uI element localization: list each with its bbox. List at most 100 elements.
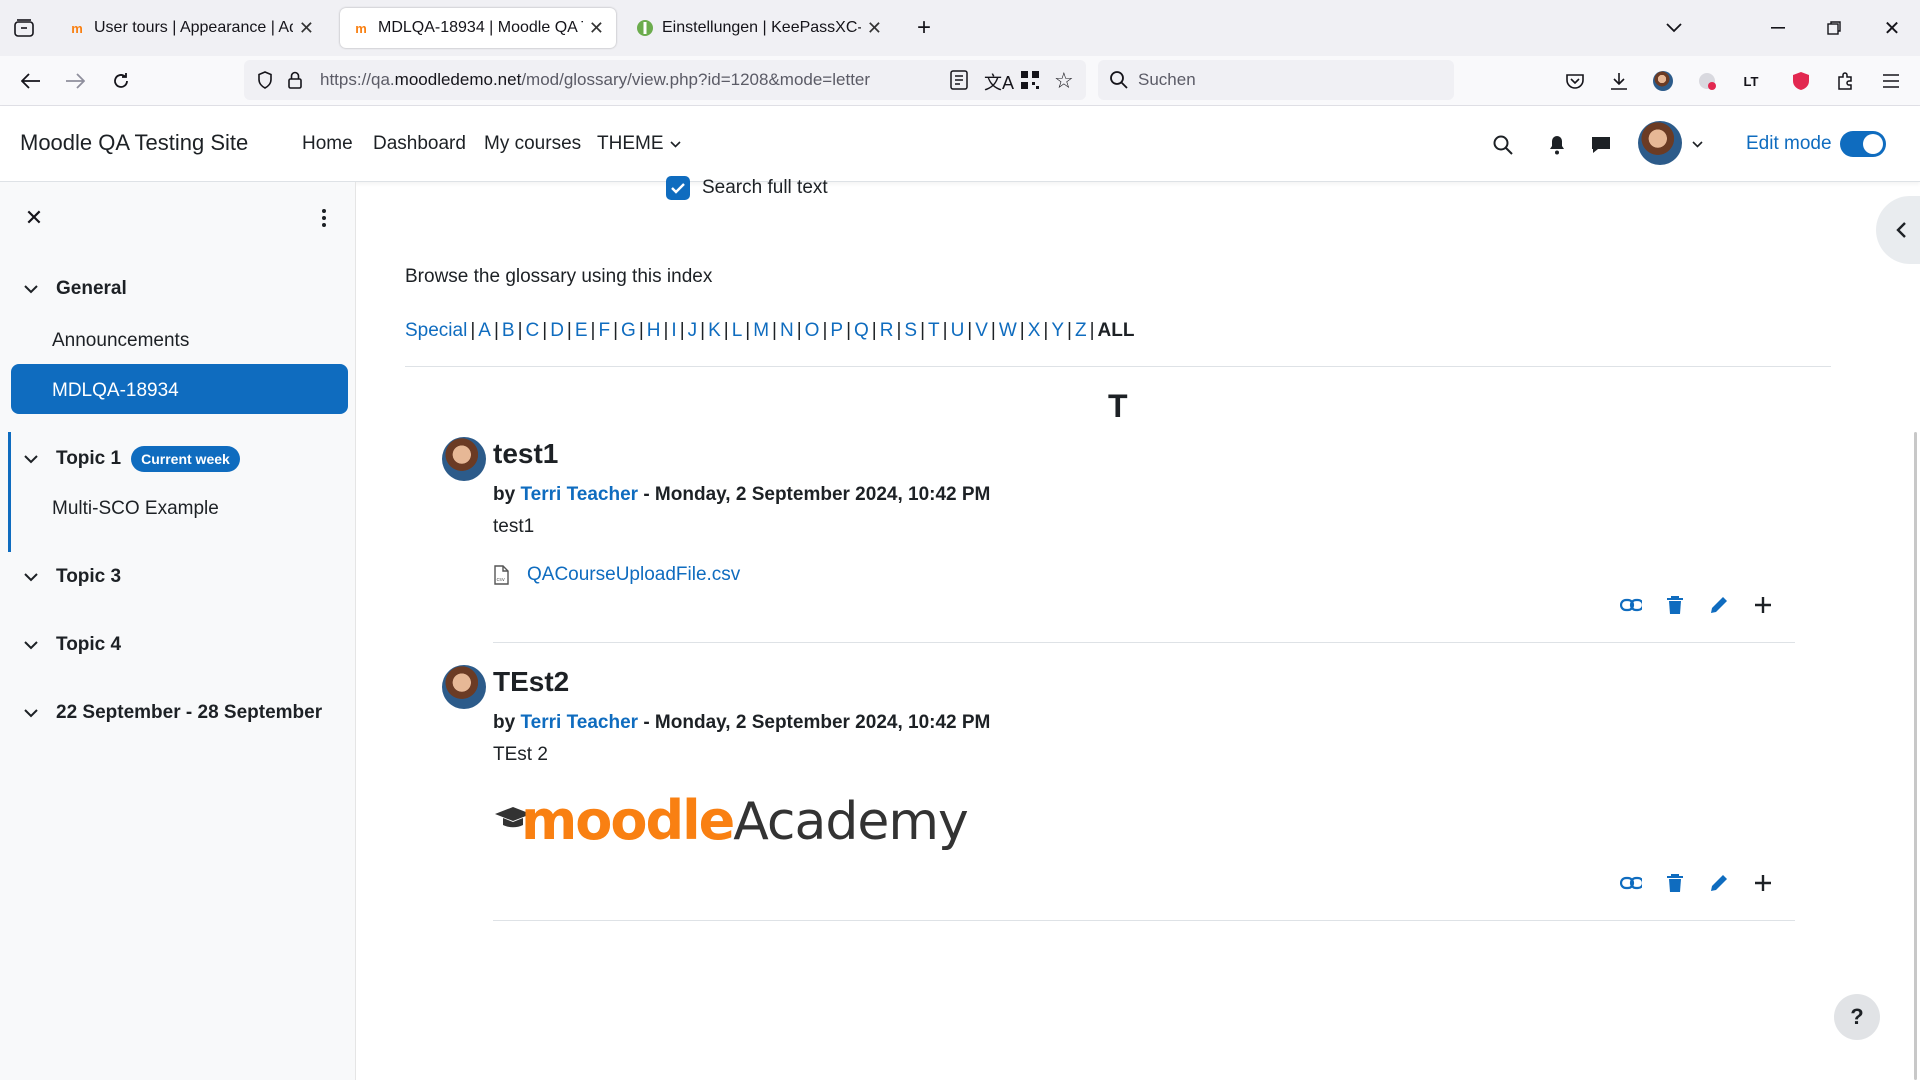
add-plus-icon[interactable] xyxy=(1752,594,1774,616)
new-tab-icon[interactable]: + xyxy=(910,14,938,42)
extensions-puzzle-icon[interactable] xyxy=(1830,66,1860,96)
forward-arrow-icon[interactable] xyxy=(60,66,90,96)
index-letter-h[interactable]: H xyxy=(647,320,661,341)
pocket-icon[interactable] xyxy=(1560,66,1590,96)
index-letter-j[interactable]: J xyxy=(688,320,698,341)
index-letter-k[interactable]: K xyxy=(708,320,721,341)
index-letter-q[interactable]: Q xyxy=(854,320,869,341)
index-letter-l[interactable]: L xyxy=(732,320,743,341)
index-letter-u[interactable]: U xyxy=(951,320,965,341)
search-icon[interactable] xyxy=(1490,132,1516,158)
address-bar[interactable]: https://qa.moodledemo.net/mod/glossary/v… xyxy=(244,60,1086,100)
app-menu-icon[interactable] xyxy=(1876,66,1906,96)
index-letter-f[interactable]: F xyxy=(598,320,610,341)
index-letter-x[interactable]: X xyxy=(1028,320,1041,341)
ublock-shield-icon[interactable] xyxy=(1786,66,1816,96)
shield-icon[interactable] xyxy=(250,71,280,89)
index-letter-w[interactable]: W xyxy=(999,320,1017,341)
drawer-item-multi-sco-example[interactable]: Multi-SCO Example xyxy=(52,498,219,520)
drawer-section-22-september[interactable]: 22 September - 28 September xyxy=(24,702,322,724)
messages-chat-icon[interactable] xyxy=(1588,132,1614,158)
lock-icon[interactable] xyxy=(280,71,310,89)
edit-mode-toggle[interactable] xyxy=(1840,131,1886,157)
index-letter-y[interactable]: Y xyxy=(1051,320,1064,341)
open-block-drawer-button[interactable] xyxy=(1876,196,1920,264)
drawer-section-topic-4[interactable]: Topic 4 xyxy=(24,634,121,656)
back-arrow-icon[interactable] xyxy=(16,66,46,96)
index-letter-t[interactable]: T xyxy=(928,320,940,341)
reload-icon[interactable] xyxy=(106,66,136,96)
delete-trash-icon[interactable] xyxy=(1664,872,1686,894)
permalink-chain-icon[interactable] xyxy=(1620,872,1642,894)
tab-keepassxc[interactable]: Einstellungen | KeePassXC-Brow ✕ xyxy=(624,8,894,48)
index-letter-c[interactable]: C xyxy=(526,320,540,341)
add-plus-icon[interactable] xyxy=(1752,872,1774,894)
url-host: moodledemo.net xyxy=(394,70,522,89)
index-letter-special[interactable]: Special xyxy=(405,320,467,341)
chevron-down-icon xyxy=(24,637,42,654)
checkbox-checked-icon[interactable] xyxy=(666,176,690,200)
help-button[interactable]: ? xyxy=(1834,994,1880,1040)
close-tab-icon[interactable]: ✕ xyxy=(867,18,882,39)
drawer-section-topic-1[interactable]: Topic 1 Current week xyxy=(24,446,240,472)
index-letter-z[interactable]: Z xyxy=(1075,320,1087,341)
browse-index-label: Browse the glossary using this index xyxy=(405,266,713,287)
nav-home[interactable]: Home xyxy=(302,133,353,155)
drawer-section-topic-3[interactable]: Topic 3 xyxy=(24,566,121,588)
permalink-chain-icon[interactable] xyxy=(1620,594,1642,616)
user-avatar[interactable] xyxy=(1638,121,1682,165)
user-menu-chevron-icon[interactable] xyxy=(1688,134,1706,154)
edit-pencil-icon[interactable] xyxy=(1708,872,1730,894)
profile-extension-icon[interactable] xyxy=(1648,66,1678,96)
close-tab-icon[interactable]: ✕ xyxy=(589,18,604,39)
drawer-options-kebab-icon[interactable] xyxy=(312,206,336,230)
translate-icon[interactable]: 文A xyxy=(984,69,1014,95)
restore-window-icon[interactable] xyxy=(1820,14,1848,42)
index-letter-a[interactable]: A xyxy=(478,320,491,341)
drawer-item-announcements[interactable]: Announcements xyxy=(52,330,189,352)
tab-mdlqa-18934[interactable]: m MDLQA-18934 | Moodle QA Te ✕ xyxy=(340,8,616,48)
minimize-window-icon[interactable] xyxy=(1764,14,1792,42)
index-letter-d[interactable]: D xyxy=(550,320,564,341)
index-letter-g[interactable]: G xyxy=(621,320,636,341)
author-link[interactable]: Terri Teacher xyxy=(520,712,638,733)
close-window-icon[interactable]: ✕ xyxy=(1878,14,1906,42)
downloads-icon[interactable] xyxy=(1604,66,1634,96)
index-letter-s[interactable]: S xyxy=(904,320,917,341)
index-letter-p[interactable]: P xyxy=(830,320,843,341)
index-letter-b[interactable]: B xyxy=(502,320,515,341)
author-link[interactable]: Terri Teacher xyxy=(520,484,638,505)
close-tab-icon[interactable]: ✕ xyxy=(299,18,314,39)
drawer-section-general[interactable]: General xyxy=(24,278,127,300)
index-letter-e[interactable]: E xyxy=(575,320,588,341)
page-scrollbar[interactable] xyxy=(1914,432,1917,1080)
index-letter-i[interactable]: I xyxy=(671,320,676,341)
tab-user-tours[interactable]: m User tours | Appearance | Admi ✕ xyxy=(56,8,326,48)
index-letter-o[interactable]: O xyxy=(805,320,820,341)
delete-trash-icon[interactable] xyxy=(1664,594,1686,616)
nav-theme-menu[interactable]: THEME xyxy=(597,133,681,155)
tab-list-icon[interactable] xyxy=(10,14,38,42)
site-name[interactable]: Moodle QA Testing Site xyxy=(20,130,248,156)
index-letter-n[interactable]: N xyxy=(780,320,794,341)
bookmark-star-icon[interactable]: ☆ xyxy=(1054,68,1074,94)
attachment-link[interactable]: QACourseUploadFile.csv xyxy=(527,564,740,586)
index-letter-v[interactable]: V xyxy=(975,320,988,341)
url-path: /mod/glossary/view.php?id=1208&mode=lett… xyxy=(521,70,871,89)
nav-my-courses[interactable]: My courses xyxy=(484,133,581,155)
browser-search-box[interactable]: Suchen xyxy=(1098,60,1454,100)
notifications-bell-icon[interactable] xyxy=(1544,132,1570,158)
list-all-tabs-chevron-icon[interactable] xyxy=(1660,14,1688,42)
languagetool-icon[interactable]: LT xyxy=(1736,66,1766,96)
qr-code-icon[interactable] xyxy=(1020,70,1040,95)
extension-icon[interactable] xyxy=(1692,66,1722,96)
drawer-item-mdlqa-18934[interactable]: MDLQA-18934 xyxy=(11,364,348,414)
index-letter-r[interactable]: R xyxy=(880,320,894,341)
index-letter-m[interactable]: M xyxy=(753,320,769,341)
search-full-text-option[interactable]: Search full text xyxy=(666,176,828,200)
edit-mode-label: Edit mode xyxy=(1746,133,1832,154)
reader-view-icon[interactable] xyxy=(950,70,968,95)
edit-pencil-icon[interactable] xyxy=(1708,594,1730,616)
close-drawer-icon[interactable]: ✕ xyxy=(22,205,46,230)
nav-dashboard[interactable]: Dashboard xyxy=(373,133,466,155)
